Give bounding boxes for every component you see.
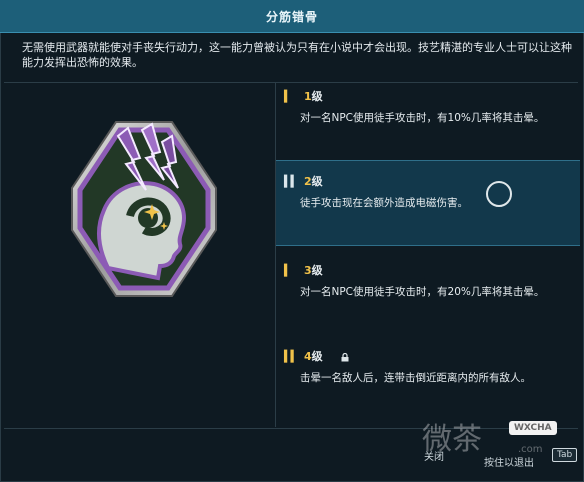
perk-description: 无需使用武器就能使对手丧失行动力，这一能力曾被认为只有在小说中才会出现。技艺精湛…: [22, 41, 572, 69]
tier-3-header: ▍ 3级: [284, 262, 580, 278]
watermark-logo: WXCHA: [509, 421, 557, 435]
watermark-suffix: .com: [518, 444, 543, 455]
tier-4-number: 4: [304, 350, 312, 363]
cursor-circle-icon: [486, 181, 512, 207]
tier-3-text: 对一名NPC使用徒手攻击时，有20%几率将其击晕。: [300, 286, 545, 298]
perk-tier-3[interactable]: ▍ 3级 对一名NPC使用徒手攻击时，有20%几率将其击晕。: [276, 262, 580, 318]
perk-badge-icon: [68, 118, 220, 300]
tab-key-label: Tab: [552, 448, 578, 462]
tier-1-text: 对一名NPC使用徒手攻击时，有10%几率将其击晕。: [300, 112, 545, 124]
tier-1-header: ▍ 1级: [284, 88, 580, 104]
hint-label: 按住以退出: [484, 458, 534, 469]
tier-bars-icon: ▍: [284, 263, 292, 277]
tier-bars-icon: ▍: [284, 89, 292, 103]
tier-2-suffix: 级: [311, 175, 323, 188]
tier-1-number: 1: [304, 90, 312, 103]
perk-title: 分筋错骨: [265, 9, 318, 24]
tier-4-text: 击晕一名敌人后，连带击倒近距离内的所有敌人。: [300, 372, 531, 384]
perk-tier-4[interactable]: ▍▍ 4级 击晕一名敌人后，连带击倒近距离内的所有敌人。: [276, 348, 580, 404]
tier-3-suffix: 级: [311, 264, 323, 277]
footer-bar: 关闭 按住以退出 Tab: [0, 428, 584, 482]
tier-4-header: ▍▍ 4级: [284, 348, 580, 364]
tier-3-number: 3: [304, 264, 312, 277]
lock-icon: [341, 352, 349, 361]
tier-2-text: 徒手攻击现在会额外造成电磁伤害。: [300, 197, 468, 209]
hold-to-exit-hint: 按住以退出: [484, 454, 534, 469]
window-title-bar: 分筋错骨: [0, 0, 584, 33]
tier-bars-icon: ▍▍: [284, 349, 299, 363]
perk-tier-1[interactable]: ▍ 1级 对一名NPC使用徒手攻击时，有10%几率将其击晕。: [276, 86, 580, 150]
watermark-text: 微茶: [422, 422, 482, 457]
perk-tier-2[interactable]: ▍▍ 2级 徒手攻击现在会额外造成电磁伤害。: [276, 160, 580, 246]
tier-4-suffix: 级: [311, 350, 323, 363]
tier-2-number: 2: [304, 175, 312, 188]
tier-2-header: ▍▍ 2级: [284, 173, 580, 189]
tier-1-suffix: 级: [311, 90, 323, 103]
tab-key-button[interactable]: Tab: [548, 448, 578, 462]
tier-bars-icon: ▍▍: [284, 174, 299, 188]
